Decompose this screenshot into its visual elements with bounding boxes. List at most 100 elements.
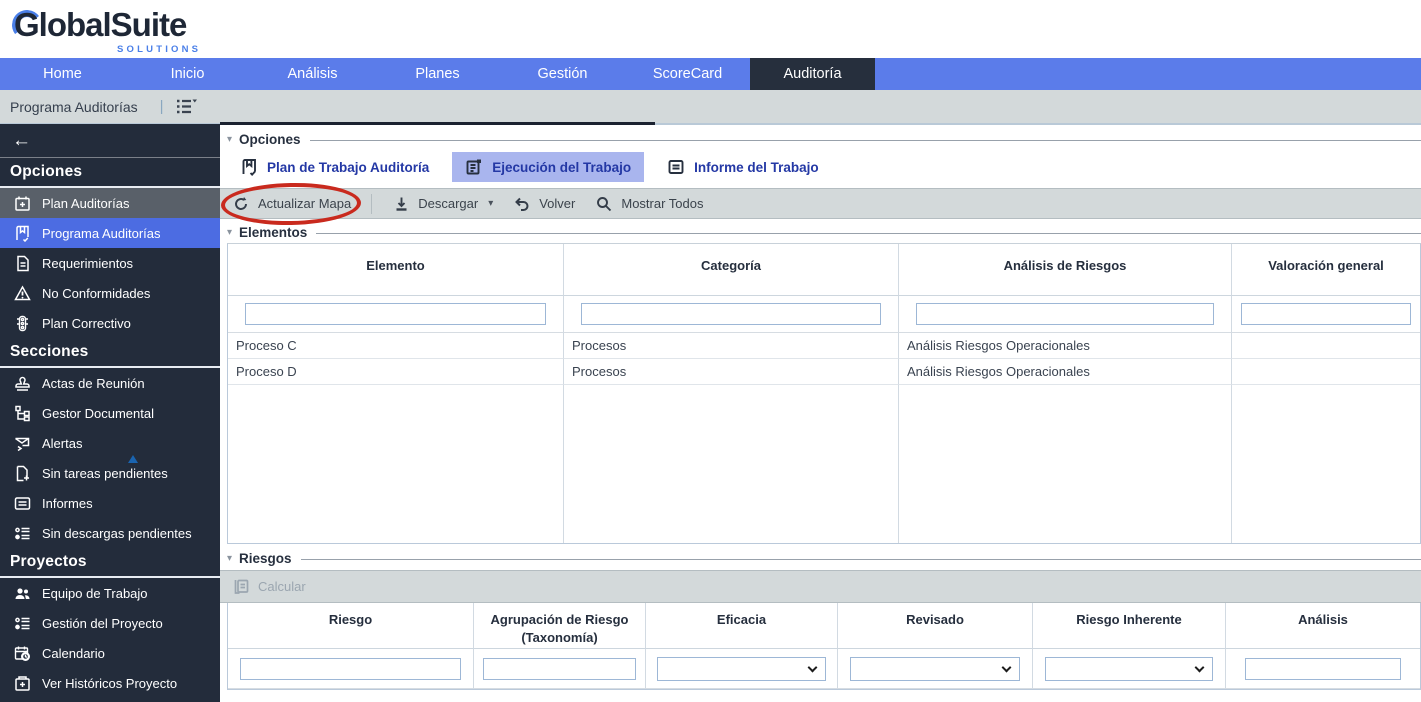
globalsuite-logo: GlobalSuite SOLUTIONS	[14, 6, 186, 44]
sidebar-item-label: Gestión del Proyecto	[42, 616, 163, 631]
sidebar-item-sin-descargas-pendientes[interactable]: Sin descargas pendientes	[0, 518, 220, 548]
team-icon	[13, 584, 31, 602]
nav-item-planes[interactable]: Planes	[375, 58, 500, 90]
sidebar-back-button[interactable]: ←	[0, 124, 220, 158]
nav-item-scorecard[interactable]: ScoreCard	[625, 58, 750, 90]
table-row[interactable]: Proceso C Procesos Análisis Riesgos Oper…	[228, 333, 1420, 359]
cell-valoracion[interactable]	[1232, 333, 1420, 359]
riesgos-table: Riesgo Agrupación de Riesgo (Taxonomía) …	[227, 603, 1421, 690]
sidebar-item-label: Programa Auditorías	[42, 226, 161, 241]
dropdown-caret-icon[interactable]: ▾	[488, 198, 493, 209]
table-row[interactable]: Proceso D Procesos Análisis Riesgos Oper…	[228, 359, 1420, 385]
sidebar: ← Opciones Plan Auditorías Programa Audi…	[0, 124, 220, 702]
filter-agrupacion-input[interactable]	[483, 658, 637, 680]
sidebar-item-sin-tareas-pendientes[interactable]: Sin tareas pendientes	[0, 458, 220, 488]
sidebar-item-plan-correctivo[interactable]: Plan Correctivo	[0, 308, 220, 338]
collapse-triangle-icon[interactable]: ▾	[227, 553, 232, 564]
collapse-triangle-icon[interactable]: ▾	[227, 227, 232, 238]
tab-label: Informe del Trabajo	[694, 160, 819, 175]
cell-analisis[interactable]: Análisis Riesgos Operacionales	[899, 333, 1232, 359]
document-lines-icon	[13, 254, 31, 272]
column-header-riesgo: Riesgo	[228, 603, 474, 649]
sidebar-item-gestion-del-proyecto[interactable]: Gestión del Proyecto	[0, 608, 220, 638]
sidebar-item-label: Equipo de Trabajo	[42, 586, 148, 601]
cell-elemento[interactable]: Proceso D	[228, 359, 564, 385]
button-label: Mostrar Todos	[621, 196, 703, 211]
cell-analisis[interactable]: Análisis Riesgos Operacionales	[899, 359, 1232, 385]
traffic-light-icon	[13, 314, 31, 332]
filter-categoria-input[interactable]	[581, 303, 882, 325]
legend-label: Elementos	[239, 225, 307, 240]
download-icon	[392, 195, 410, 213]
sidebar-item-label: Actas de Reunión	[42, 376, 145, 391]
sidebar-item-informes[interactable]: Informes	[0, 488, 220, 518]
actualizar-mapa-button[interactable]: Actualizar Mapa	[232, 195, 351, 213]
descargar-button[interactable]: Descargar ▾	[392, 195, 493, 213]
breadcrumb-separator: |	[160, 98, 164, 115]
filter-analisis-riesgos-input[interactable]	[1245, 658, 1400, 680]
cell-elemento[interactable]: Proceso C	[228, 333, 564, 359]
filter-revisado-select[interactable]	[850, 657, 1021, 681]
nav-item-inicio[interactable]: Inicio	[125, 58, 250, 90]
bullet-list-icon	[13, 614, 31, 632]
button-label: Calcular	[258, 579, 306, 594]
filter-riesgo-input[interactable]	[240, 658, 461, 680]
cell-valoracion[interactable]	[1232, 359, 1420, 385]
sidebar-item-no-conformidades[interactable]: No Conformidades	[0, 278, 220, 308]
sidebar-item-ver-historicos-proyecto[interactable]: Ver Históricos Proyecto	[0, 668, 220, 698]
tab-label: Ejecución del Trabajo	[492, 160, 631, 175]
sidebar-item-label: No Conformidades	[42, 286, 150, 301]
sidebar-item-label: Gestor Documental	[42, 406, 154, 421]
sidebar-item-programa-auditorias[interactable]: Programa Auditorías	[0, 218, 220, 248]
main-navbar: Home Inicio Análisis Planes Gestión Scor…	[0, 58, 1421, 90]
cell-categoria[interactable]: Procesos	[564, 333, 899, 359]
collapse-triangle-icon[interactable]: ▾	[227, 134, 232, 145]
opciones-fieldset-legend: ▾ Opciones	[220, 131, 1421, 147]
hierarchy-icon	[13, 404, 31, 422]
nav-item-gestion[interactable]: Gestión	[500, 58, 625, 90]
refresh-icon	[232, 195, 250, 213]
folder-document-icon	[13, 494, 31, 512]
tab-plan-de-trabajo[interactable]: Plan de Trabajo Auditoría	[227, 152, 442, 182]
tab-informe-del-trabajo[interactable]: Informe del Trabajo	[654, 152, 832, 182]
calendar-plus-icon	[13, 194, 31, 212]
toolbar-divider	[371, 194, 372, 214]
sidebar-item-label: Requerimientos	[42, 256, 133, 271]
sidebar-item-calendario[interactable]: Calendario	[0, 638, 220, 668]
column-header-analisis: Análisis	[1226, 603, 1420, 649]
tab-ejecucion-del-trabajo[interactable]: Ejecución del Trabajo	[452, 152, 644, 182]
filter-eficacia-select[interactable]	[657, 657, 825, 681]
legend-label: Riesgos	[239, 551, 292, 566]
sidebar-section-proyectos: Proyectos	[0, 548, 220, 578]
mostrar-todos-button[interactable]: Mostrar Todos	[595, 195, 703, 213]
nav-item-auditoria[interactable]: Auditoría	[750, 58, 875, 90]
archive-plus-icon	[13, 674, 31, 692]
list-menu-icon[interactable]	[174, 98, 198, 115]
column-header-valoracion-general: Valoración general	[1232, 244, 1420, 296]
nav-item-home[interactable]: Home	[0, 58, 125, 90]
filter-analisis-input[interactable]	[916, 303, 1215, 325]
calendar-clock-icon	[13, 644, 31, 662]
sidebar-item-actas-de-reunion[interactable]: Actas de Reunión	[0, 368, 220, 398]
nav-item-analisis[interactable]: Análisis	[250, 58, 375, 90]
filter-elemento-input[interactable]	[245, 303, 547, 325]
sidebar-item-gestor-documental[interactable]: Gestor Documental	[0, 398, 220, 428]
calculate-icon	[232, 578, 250, 596]
sidebar-item-equipo-de-trabajo[interactable]: Equipo de Trabajo	[0, 578, 220, 608]
sidebar-item-requerimientos[interactable]: Requerimientos	[0, 248, 220, 278]
filter-riesgo-inherente-select[interactable]	[1045, 657, 1214, 681]
sidebar-item-plan-auditorias[interactable]: Plan Auditorías	[0, 188, 220, 218]
audit-book-check-icon	[13, 224, 31, 242]
cell-categoria[interactable]: Procesos	[564, 359, 899, 385]
execution-doc-icon	[465, 158, 483, 176]
column-header-agrupacion: Agrupación de Riesgo (Taxonomía)	[474, 603, 646, 649]
volver-button[interactable]: Volver	[513, 195, 575, 213]
riesgos-header-row: Riesgo Agrupación de Riesgo (Taxonomía) …	[228, 603, 1420, 649]
button-label: Descargar	[418, 196, 478, 211]
calcular-button[interactable]: Calcular	[232, 578, 306, 596]
sidebar-item-alertas[interactable]: Alertas	[0, 428, 220, 458]
elementos-empty-area	[228, 385, 1420, 543]
column-header-eficacia: Eficacia	[646, 603, 838, 649]
elementos-header-row: Elemento Categoría Análisis de Riesgos V…	[228, 244, 1420, 296]
filter-valoracion-input[interactable]	[1241, 303, 1410, 325]
